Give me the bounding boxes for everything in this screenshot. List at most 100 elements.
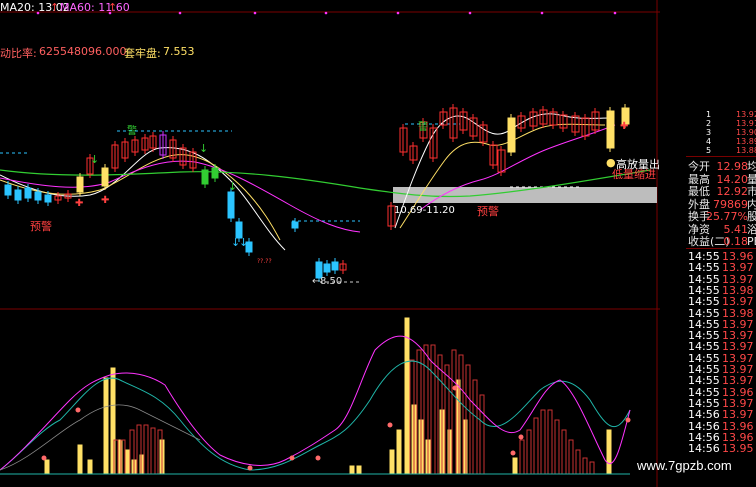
order-level-number: 1 <box>706 110 712 119</box>
top-dot <box>36 11 40 15</box>
quote-summary-key: 外盘 <box>688 197 710 211</box>
volume-bar <box>554 419 560 475</box>
quote-summary-key: 最低 <box>688 185 710 198</box>
top-dot <box>178 11 182 15</box>
order-level-number: 4 <box>706 137 712 146</box>
order-level-number: 5 <box>706 146 712 155</box>
tiny-label: ??.?? <box>257 258 272 265</box>
candle-body <box>606 110 615 149</box>
volume-bar <box>479 394 485 475</box>
oscillator-marker <box>518 434 524 440</box>
up-arrow-icon: ✚ <box>75 198 83 209</box>
candle-body <box>211 167 219 179</box>
low-price-arrow-icon: ← <box>312 276 321 287</box>
volume-bar <box>396 429 402 475</box>
top-dot <box>468 11 472 15</box>
volume-bar <box>124 449 130 475</box>
range-label: 10.69-11.20 <box>394 205 455 216</box>
candle-body <box>4 184 12 196</box>
order-book-row: 113.92 <box>686 110 756 119</box>
volume-bar <box>526 429 532 475</box>
volume-bar <box>512 457 518 475</box>
quote-summary-row: 最低 12.92 市 <box>686 185 756 198</box>
quote-summary-key: 净资 <box>688 222 710 236</box>
volume-bar <box>150 427 156 475</box>
quote-summary-suffix: 市 <box>747 185 756 198</box>
quote-summary-value: 12.92 <box>716 185 749 198</box>
low-price-label: 8.50 <box>320 276 343 287</box>
oscillator-marker <box>625 417 631 423</box>
quote-summary-row: 最高 14.20 量 <box>686 173 756 186</box>
volume-bar <box>589 461 595 475</box>
quote-summary-suffix: 内 <box>747 197 756 211</box>
candle-body <box>331 261 339 271</box>
volume-bar <box>519 439 525 475</box>
volume-bar-group <box>44 317 612 475</box>
volume-bar <box>540 409 546 475</box>
quote-summary-suffix: 量 <box>747 172 756 186</box>
candle-body <box>101 167 109 187</box>
oscillator-marker <box>315 455 321 461</box>
quote-summary-value: 12.98 <box>716 160 749 173</box>
oscillator-marker <box>247 465 253 471</box>
quote-summary-value: 25.77% <box>706 210 748 223</box>
signal-label-2: 低量缩进 <box>612 168 656 181</box>
top-dot <box>253 11 257 15</box>
volume-bar <box>575 449 581 475</box>
oscillator-marker <box>41 455 47 461</box>
oscillator-marker <box>289 455 295 461</box>
quote-summary-row: 净资 5.41 浴 <box>686 223 756 236</box>
oscillator-marker <box>452 385 458 391</box>
down-arrow-icon: ↓ <box>90 153 99 166</box>
quote-summary-value: 79869 <box>713 197 748 211</box>
candle-body <box>291 221 299 229</box>
volume-bar <box>356 465 362 475</box>
oscillator-marker <box>75 407 81 413</box>
volume-bar <box>547 409 553 475</box>
candle-body <box>507 117 516 153</box>
volume-bar <box>606 429 612 475</box>
quote-summary-row: 换手 25.77% 股 <box>686 210 756 223</box>
quote-summary-row: 外盘 79869 内 <box>686 198 756 211</box>
volume-bar <box>87 459 93 475</box>
candle-body <box>76 176 84 193</box>
oscillator-line-cyan <box>0 360 631 471</box>
volume-bar <box>349 465 355 475</box>
order-level-price: 13.88 <box>736 146 756 155</box>
order-level-price: 13.90 <box>736 128 756 137</box>
top-dot <box>108 11 112 15</box>
volume-bar <box>451 349 457 475</box>
oscillator-line-gray <box>0 404 201 471</box>
candle-body <box>323 263 331 273</box>
quote-summary-row: 收益(二)0.18PE <box>686 235 756 248</box>
top-dot <box>396 11 400 15</box>
candle-body <box>34 191 42 201</box>
candle-body <box>24 187 32 199</box>
top-dot <box>613 11 617 15</box>
volume-bar <box>472 379 478 475</box>
quote-summary-suffix: PE <box>747 235 756 248</box>
trade-time: 14:56 <box>688 442 720 456</box>
top-dot <box>540 11 544 15</box>
quote-panel: 113.92213.91313.90413.89513.88 今开12.98均最… <box>686 108 756 487</box>
volume-bar <box>103 377 109 475</box>
order-level-price: 13.91 <box>736 119 756 128</box>
quote-summary-suffix: 均 <box>747 160 756 173</box>
quote-summary-row: 今开 12.98 均 <box>686 160 756 173</box>
volume-bar <box>533 417 539 475</box>
candlestick-chart[interactable]: ↓ ↓ ↓ ↓ ↓ ✚ ✚ ✚ 16.0014.0012.0010.008.00… <box>0 0 660 487</box>
oscillator-line-magenta <box>0 335 631 471</box>
order-level-number: 3 <box>706 128 712 137</box>
alert-label-upper-mid: 警 <box>418 122 428 133</box>
divider <box>686 156 756 157</box>
trade-price: 13.95 <box>722 442 754 456</box>
quote-summary-suffix: 股 <box>747 210 756 223</box>
quote-summary-value: 5.41 <box>723 222 749 236</box>
watermark: www.7gpzb.com <box>637 458 732 473</box>
order-book-row: 413.89 <box>686 137 756 146</box>
candle-body <box>227 191 235 219</box>
order-level-price: 13.89 <box>736 137 756 146</box>
volume-bar <box>561 429 567 475</box>
trade-row[interactable]: 14:56 13.95 <box>686 443 756 455</box>
volume-bar <box>77 444 83 475</box>
